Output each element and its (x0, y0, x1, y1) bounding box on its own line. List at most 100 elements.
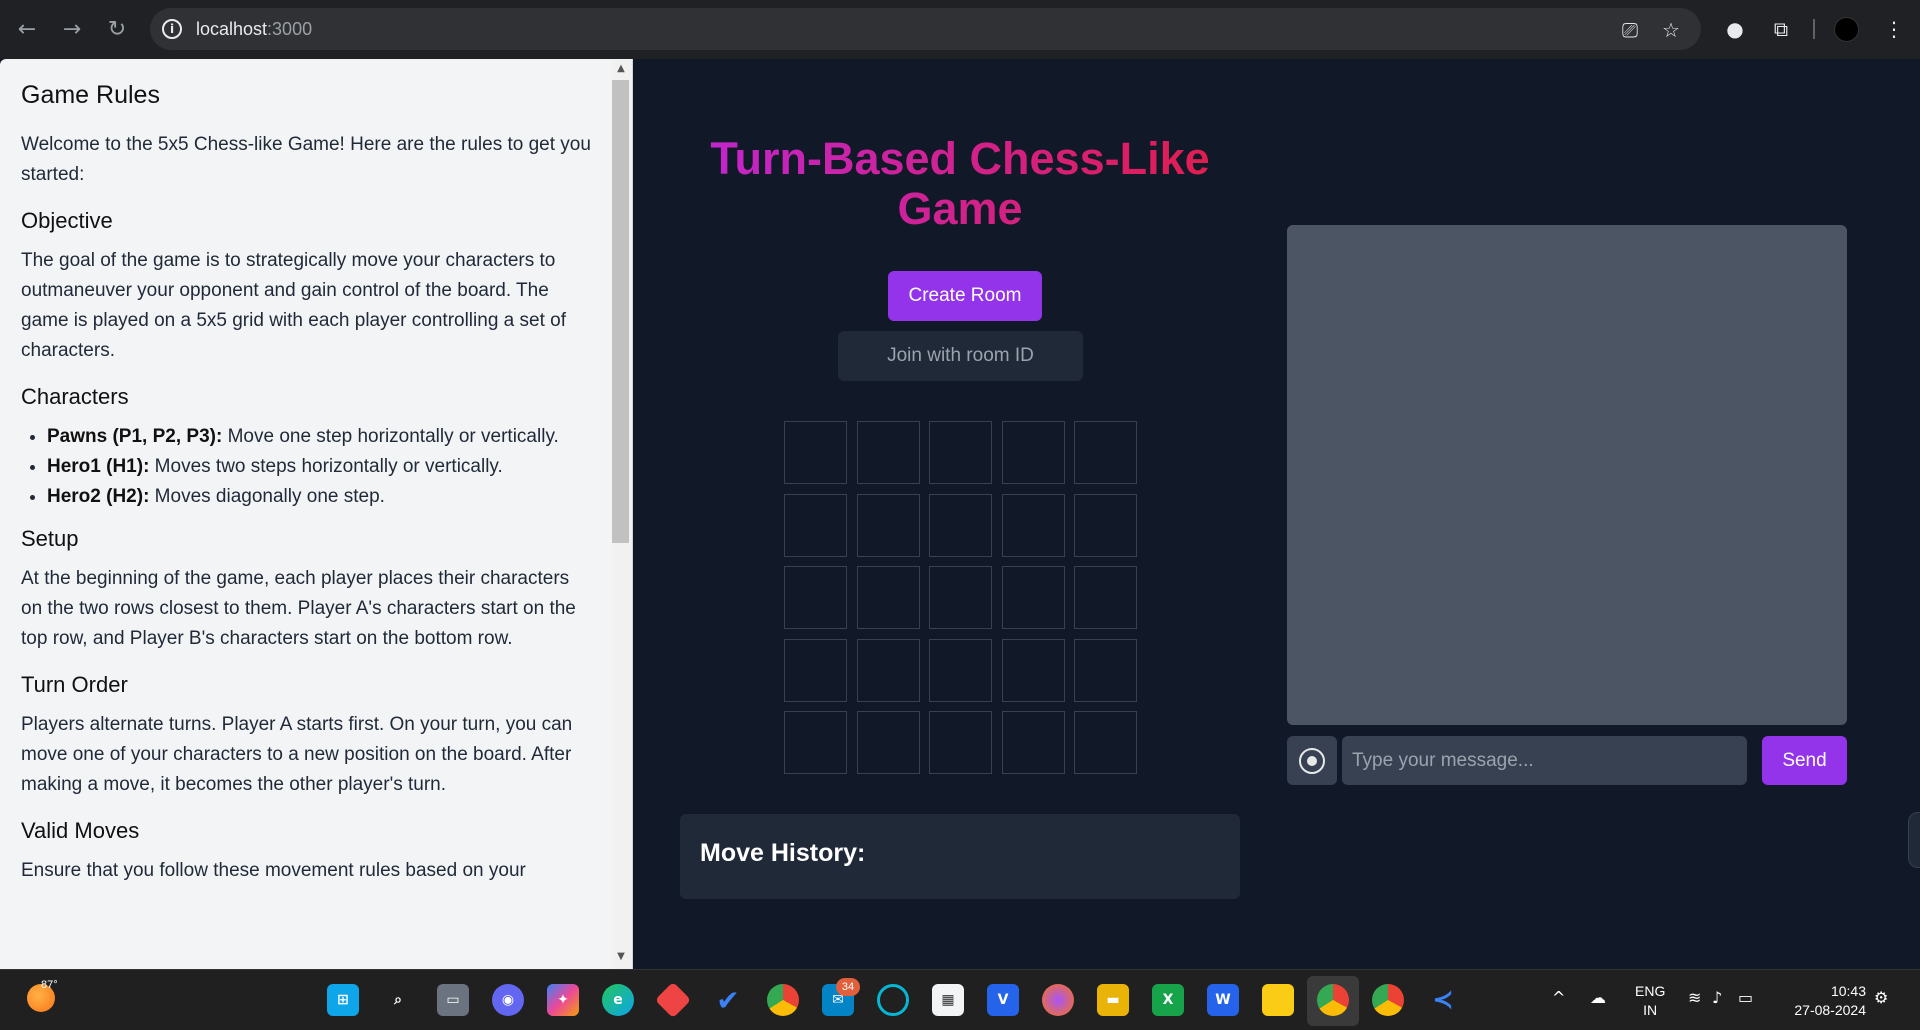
browser-toolbar: ← → ↻ i localhost:3000 ⎚ ☆ ● ⧉ ⋮ (0, 0, 1920, 59)
store-icon[interactable]: ▦ (932, 984, 964, 1016)
file-explorer-icon[interactable]: ▬ (1097, 984, 1129, 1016)
page-title: Turn-Based Chess-Like Game (680, 134, 1240, 234)
board-cell[interactable] (1001, 421, 1065, 484)
profile-avatar[interactable] (1834, 17, 1859, 42)
turn-order-heading: Turn Order (21, 672, 128, 697)
board-cell[interactable] (1074, 566, 1137, 629)
rules-content: Game Rules Welcome to the 5x5 Chess-like… (21, 81, 591, 904)
extensions-puzzle-icon[interactable]: ⧉ (1768, 16, 1794, 42)
side-panel-tab[interactable] (1908, 812, 1920, 868)
windows-start-icon[interactable]: ⊞ (327, 984, 359, 1016)
chrome-icon[interactable] (767, 984, 799, 1016)
board-cell[interactable] (784, 566, 847, 629)
board-cell[interactable] (1074, 493, 1137, 557)
vscode-icon[interactable]: ≺ (1427, 984, 1459, 1016)
anydesk-icon[interactable] (654, 981, 692, 1019)
board-cell[interactable] (929, 493, 992, 557)
teams-chat-icon[interactable]: ◉ (492, 984, 524, 1016)
board-cell[interactable] (784, 711, 847, 774)
todo-icon[interactable]: ✔ (712, 984, 744, 1017)
wifi-icon[interactable]: ≋ (1688, 988, 1701, 1007)
create-room-button[interactable]: Create Room (888, 271, 1042, 321)
board-cell[interactable] (1001, 566, 1065, 629)
list-item: Pawns (P1, P2, P3): Move one step horizo… (47, 422, 591, 452)
board-cell[interactable] (856, 493, 920, 557)
board-cell[interactable] (784, 421, 847, 484)
sticky-notes-icon[interactable] (1262, 984, 1294, 1016)
chat-messages-area (1287, 225, 1847, 725)
back-icon[interactable]: ← (12, 14, 42, 44)
move-history-panel: Move History: (680, 814, 1240, 899)
objective-heading: Objective (21, 208, 113, 233)
board-cell[interactable] (1001, 711, 1065, 774)
turn-order-text: Players alternate turns. Player A starts… (21, 714, 573, 795)
install-app-icon[interactable]: ⎚ (1618, 18, 1642, 42)
system-clock[interactable]: 10:43 27-08-2024 (1784, 982, 1866, 1020)
address-bar[interactable]: i localhost:3000 ⎚ ☆ (150, 8, 1701, 50)
list-item: Hero2 (H2): Moves diagonally one step. (47, 482, 591, 512)
join-room-button[interactable]: Join with room ID (838, 331, 1083, 381)
setup-text: At the beginning of the game, each playe… (21, 568, 576, 649)
send-button[interactable]: Send (1762, 736, 1847, 785)
board-cell[interactable] (1001, 493, 1065, 557)
scroll-up-icon[interactable]: ▲ (614, 63, 628, 77)
board-cell[interactable] (856, 421, 920, 484)
scroll-down-icon[interactable]: ▼ (614, 951, 628, 965)
edge-icon[interactable]: e (602, 984, 634, 1016)
board-cell[interactable] (784, 638, 847, 702)
scrollbar-thumb[interactable] (612, 80, 629, 543)
copilot-icon[interactable]: ✦ (547, 984, 579, 1016)
notifications-icon[interactable]: ⚙ (1874, 988, 1888, 1007)
word-icon[interactable]: W (1207, 984, 1239, 1016)
game-board (784, 421, 1137, 774)
toggle-visibility-button[interactable] (1287, 736, 1337, 785)
setup-heading: Setup (21, 526, 79, 551)
board-cell[interactable] (1001, 638, 1065, 702)
board-cell[interactable] (856, 711, 920, 774)
eye-icon (1299, 747, 1325, 774)
valid-moves-text: Ensure that you follow these movement ru… (21, 860, 526, 881)
search-icon[interactable]: ⌕ (382, 984, 414, 1016)
characters-heading: Characters (21, 384, 129, 409)
url-text[interactable]: localhost:3000 (196, 19, 312, 40)
forward-icon[interactable]: → (57, 14, 87, 44)
chrome-profile-icon[interactable] (1372, 984, 1404, 1016)
message-input[interactable] (1342, 736, 1747, 785)
board-cell[interactable] (1074, 421, 1137, 484)
reload-icon[interactable]: ↻ (102, 14, 132, 44)
chrome-active-icon[interactable] (1317, 984, 1349, 1016)
windows-taskbar: 87° ⊞ ⌕ ▭ ◉ ✦ e ✔ ✉ 34 ▦ V ▬ X W ≺ ^ ☁ E… (0, 969, 1920, 1030)
board-cell[interactable] (929, 421, 992, 484)
rules-intro: Welcome to the 5x5 Chess-like Game! Here… (21, 134, 591, 185)
board-cell[interactable] (784, 493, 847, 557)
firefox-icon[interactable] (1042, 984, 1074, 1016)
battery-icon[interactable]: ▭ (1738, 988, 1753, 1007)
chevron-up-icon[interactable]: ^ (1552, 988, 1565, 1007)
valid-moves-heading: Valid Moves (21, 818, 140, 843)
cortana-icon[interactable] (877, 984, 909, 1016)
volume-icon[interactable]: ♪ (1712, 988, 1722, 1007)
mail-badge: 34 (836, 978, 860, 996)
language-indicator[interactable]: ENG IN (1635, 982, 1665, 1020)
board-cell[interactable] (929, 638, 992, 702)
board-cell[interactable] (1074, 711, 1137, 774)
board-cell[interactable] (1074, 638, 1137, 702)
rules-panel: Game Rules Welcome to the 5x5 Chess-like… (0, 59, 633, 969)
board-cell[interactable] (929, 566, 992, 629)
board-cell[interactable] (856, 566, 920, 629)
board-cell[interactable] (856, 638, 920, 702)
board-cell[interactable] (929, 711, 992, 774)
objective-text: The goal of the game is to strategically… (21, 250, 566, 361)
move-history-heading: Move History: (700, 839, 866, 867)
onedrive-cloud-icon[interactable]: ☁ (1590, 988, 1606, 1007)
characters-list: Pawns (P1, P2, P3): Move one step horizo… (47, 422, 591, 512)
task-view-icon[interactable]: ▭ (437, 984, 469, 1016)
excel-icon[interactable]: X (1152, 984, 1184, 1016)
toolbar-divider (1813, 19, 1815, 39)
bookmark-star-icon[interactable]: ☆ (1659, 18, 1683, 42)
extension-icon[interactable]: ● (1722, 16, 1748, 42)
rules-title: Game Rules (21, 81, 160, 109)
vscode-insiders-icon[interactable]: V (987, 984, 1019, 1016)
site-info-icon[interactable]: i (162, 19, 182, 39)
menu-kebab-icon[interactable]: ⋮ (1881, 16, 1907, 42)
